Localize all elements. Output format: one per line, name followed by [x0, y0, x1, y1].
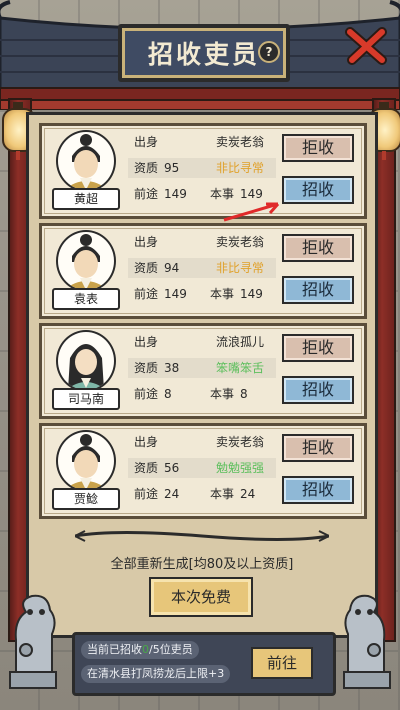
grade-value: 笨嘴笨舌 [216, 361, 265, 375]
title-plaque: 招收吏员 ? [118, 24, 290, 82]
recruited-prefix: 当前已招收 [87, 643, 142, 656]
quality-value: 38 [164, 361, 180, 375]
annotation-arrow-icon [223, 202, 280, 222]
origin-label: 出身 [134, 235, 159, 249]
help-icon[interactable]: ? [258, 41, 280, 63]
male-official-avatar [56, 130, 116, 192]
origin-label: 出身 [134, 135, 159, 149]
ornamental-divider [75, 530, 329, 542]
prospect-value: 149 [164, 187, 187, 201]
grade-value: 非比寻常 [216, 261, 265, 275]
limit-tip: 在清水县打凤捞龙后上限+3 [81, 665, 231, 683]
origin-value: 流浪孤儿 [216, 335, 265, 349]
quality-value: 94 [164, 261, 180, 275]
candidate-portrait: 袁表 [48, 230, 122, 310]
origin-value: 卖炭老翁 [216, 435, 265, 449]
candidate-card: 贾鲶 出身 卖炭老翁 资质 56 勉勉强强 前途 24 本事 24 拒收 招收 [39, 423, 367, 519]
origin-value: 卖炭老翁 [216, 235, 265, 249]
origin-value: 卖炭老翁 [216, 135, 265, 149]
quality-label: 资质 [134, 161, 159, 175]
female-official-avatar [56, 330, 116, 392]
recruit-button[interactable]: 招收 [282, 176, 354, 204]
prospect-value: 149 [164, 287, 187, 301]
skill-value: 24 [240, 487, 256, 501]
candidate-name: 袁表 [52, 288, 120, 310]
candidate-name: 贾鲶 [52, 488, 120, 510]
skill-label: 本事 [210, 287, 235, 301]
quality-label: 资质 [134, 361, 159, 375]
candidate-card: 袁表 出身 卖炭老翁 资质 94 非比寻常 前途 149 本事 149 拒收 招收 [39, 223, 367, 319]
right-stone-lion-icon [343, 594, 391, 689]
reject-button[interactable]: 拒收 [282, 234, 354, 262]
candidate-portrait: 司马南 [48, 330, 122, 410]
candidate-stats: 出身 卖炭老翁 资质 94 非比寻常 前途 149 本事 149 [128, 230, 278, 312]
male-official-avatar [56, 230, 116, 292]
origin-label: 出身 [134, 335, 159, 349]
candidate-stats: 出身 流浪孤儿 资质 38 笨嘴笨舌 前途 8 本事 8 [128, 330, 278, 412]
reject-button[interactable]: 拒收 [282, 434, 354, 462]
skill-label: 本事 [210, 387, 235, 401]
left-stone-lion-icon [9, 594, 57, 689]
candidate-name: 司马南 [52, 388, 120, 410]
prospect-label: 前途 [134, 487, 159, 501]
reject-button[interactable]: 拒收 [282, 334, 354, 362]
close-icon [345, 27, 387, 65]
recruit-panel: 黄超 出身 卖炭老翁 资质 95 非比寻常 前途 149 本事 149 拒收 招收 袁表 [26, 112, 378, 638]
recruited-count-line: 当前已招收0/5位吏员 [81, 641, 199, 659]
origin-label: 出身 [134, 435, 159, 449]
prospect-label: 前途 [134, 287, 159, 301]
skill-value: 149 [240, 287, 263, 301]
candidate-portrait: 黄超 [48, 130, 122, 210]
candidate-portrait: 贾鲶 [48, 430, 122, 510]
candidate-card: 黄超 出身 卖炭老翁 资质 95 非比寻常 前途 149 本事 149 拒收 招收 [39, 123, 367, 219]
prospect-label: 前途 [134, 187, 159, 201]
close-button[interactable] [344, 24, 390, 66]
skill-label: 本事 [210, 487, 235, 501]
recruited-count: 0 [142, 643, 149, 656]
recruited-suffix: /5位吏员 [149, 643, 193, 656]
quality-value: 95 [164, 161, 180, 175]
quality-value: 56 [164, 461, 180, 475]
quality-label: 资质 [134, 261, 159, 275]
prospect-label: 前途 [134, 387, 159, 401]
recruit-button[interactable]: 招收 [282, 376, 354, 404]
skill-value: 8 [240, 387, 248, 401]
candidate-stats: 出身 卖炭老翁 资质 56 勉勉强强 前途 24 本事 24 [128, 430, 278, 512]
recruit-button[interactable]: 招收 [282, 276, 354, 304]
page-title: 招收吏员 [147, 40, 260, 69]
prospect-value: 24 [164, 487, 180, 501]
candidate-card: 司马南 出身 流浪孤儿 资质 38 笨嘴笨舌 前途 8 本事 8 拒收 招收 [39, 323, 367, 419]
reject-button[interactable]: 拒收 [282, 134, 354, 162]
go-button[interactable]: 前往 [251, 647, 313, 679]
prospect-value: 8 [164, 387, 172, 401]
grade-value: 勉勉强强 [216, 461, 265, 475]
candidate-name: 黄超 [52, 188, 120, 210]
recruit-status-bar: 当前已招收0/5位吏员 在清水县打凤捞龙后上限+3 前往 [72, 632, 336, 696]
quality-label: 资质 [134, 461, 159, 475]
grade-value: 非比寻常 [216, 161, 265, 175]
male-official-avatar [56, 430, 116, 492]
recruit-button[interactable]: 招收 [282, 476, 354, 504]
regenerate-note: 全部重新生成[均80及以上资质] [110, 557, 294, 572]
free-regenerate-button[interactable]: 本次免费 [149, 577, 253, 617]
